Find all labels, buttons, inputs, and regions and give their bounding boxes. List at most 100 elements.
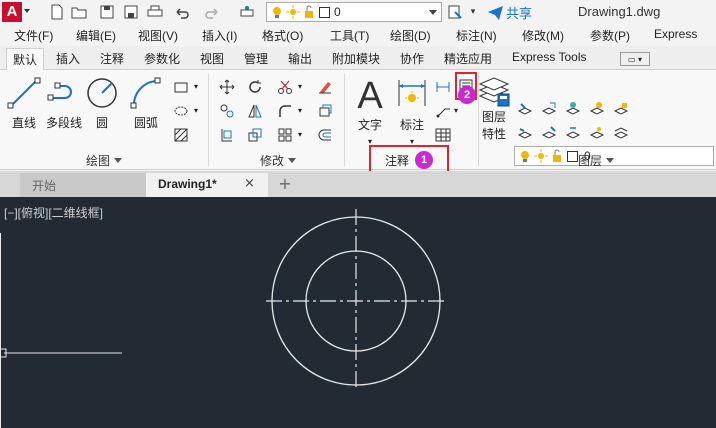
gradient-icon[interactable] xyxy=(172,126,190,144)
erase-icon[interactable] xyxy=(316,78,334,96)
menu-tools[interactable]: 工具(T) xyxy=(330,27,369,44)
layer-copy-icon[interactable] xyxy=(540,124,558,142)
chevron-down-icon[interactable]: ▾ xyxy=(194,82,198,91)
move-icon[interactable] xyxy=(218,78,236,96)
layer-properties-label-1: 图层 xyxy=(481,110,506,124)
trim-icon[interactable] xyxy=(276,78,294,96)
drawing-canvas[interactable]: [−][俯视][二维线框] xyxy=(0,197,716,428)
modify-panel-label: 修改 xyxy=(260,154,285,168)
menu-dimension[interactable]: 标注(N) xyxy=(456,27,497,44)
tab-start[interactable]: 开始 xyxy=(20,173,146,197)
arc-tool[interactable]: 圆弧 xyxy=(124,76,168,131)
print-icon[interactable] xyxy=(146,3,164,21)
chevron-down-icon[interactable]: ▾ xyxy=(298,82,302,91)
scale-icon[interactable] xyxy=(246,126,264,144)
redo-icon[interactable] xyxy=(204,3,222,21)
new-file-icon[interactable] xyxy=(48,3,66,21)
copy-icon[interactable] xyxy=(218,102,236,120)
text-tool[interactable]: A 文字 ▾ xyxy=(348,74,392,147)
open-file-icon[interactable] xyxy=(70,3,88,21)
arc-icon xyxy=(130,77,161,109)
menu-express[interactable]: Express xyxy=(654,27,697,41)
close-tab-icon[interactable]: × xyxy=(244,176,255,191)
panel-divider xyxy=(344,74,345,166)
app-logo[interactable]: A xyxy=(2,2,22,22)
layer-properties-tool[interactable]: 图层 特性 xyxy=(472,74,516,142)
line-tool[interactable]: 直线 xyxy=(2,76,46,131)
layer-unlock-icon xyxy=(305,5,313,18)
layer-match-icon[interactable] xyxy=(516,100,534,118)
tab-annotate[interactable]: 注释 xyxy=(100,50,124,67)
dimension-tool[interactable]: 标注 ▾ xyxy=(390,74,434,147)
stretch-icon[interactable] xyxy=(218,126,236,144)
app-menu-caret-icon[interactable] xyxy=(24,9,30,13)
undo-icon[interactable] xyxy=(172,3,190,21)
linear-dimension-icon[interactable] xyxy=(434,78,452,96)
menu-draw[interactable]: 绘图(D) xyxy=(390,27,431,44)
tab-manage[interactable]: 管理 xyxy=(244,50,268,67)
hatch-icon[interactable] xyxy=(172,102,190,120)
leader-icon[interactable] xyxy=(434,102,452,120)
save-icon[interactable] xyxy=(98,3,116,21)
layer-on-bulb-icon xyxy=(521,151,529,162)
chevron-down-icon[interactable]: ▾ xyxy=(298,106,302,115)
draw-panel-title[interactable]: 绘图 xyxy=(86,152,123,169)
tab-view[interactable]: 视图 xyxy=(200,50,224,67)
rotate-icon[interactable] xyxy=(246,78,264,96)
mirror-icon[interactable] xyxy=(246,102,264,120)
menu-parametric[interactable]: 参数(P) xyxy=(590,27,630,44)
chevron-down-icon xyxy=(429,10,437,15)
array-icon[interactable] xyxy=(276,126,294,144)
fillet-icon[interactable] xyxy=(276,102,294,120)
workspace-icon[interactable] xyxy=(446,3,464,21)
circle-icon xyxy=(87,78,117,108)
layer-lock-icon[interactable] xyxy=(612,100,630,118)
layer-walk-icon[interactable] xyxy=(612,124,630,142)
rectangle-icon[interactable] xyxy=(172,78,190,96)
qa-customize-caret-icon[interactable]: ▾ xyxy=(464,3,482,21)
menu-edit[interactable]: 编辑(E) xyxy=(76,27,116,44)
plot-icon[interactable] xyxy=(238,3,256,21)
new-tab-icon[interactable]: + xyxy=(276,175,294,193)
menu-format[interactable]: 格式(O) xyxy=(262,27,303,44)
menu-modify[interactable]: 修改(M) xyxy=(522,27,564,44)
chevron-down-icon[interactable]: ▾ xyxy=(298,130,302,139)
chevron-down-icon xyxy=(114,158,123,163)
circle-tool[interactable]: 圆 xyxy=(80,76,124,131)
menu-insert[interactable]: 插入(I) xyxy=(202,27,237,44)
tab-collaborate[interactable]: 协作 xyxy=(400,50,424,67)
tab-express-tools[interactable]: Express Tools xyxy=(512,50,586,64)
menu-view[interactable]: 视图(V) xyxy=(138,27,178,44)
share-button[interactable]: 共享 xyxy=(488,3,532,22)
save-as-icon[interactable] xyxy=(122,3,140,21)
chevron-down-icon[interactable]: ▾ xyxy=(194,106,198,115)
table-icon[interactable] xyxy=(434,126,452,144)
tab-output[interactable]: 输出 xyxy=(288,50,312,67)
text-A-icon: A xyxy=(357,75,383,112)
layer-isolate-icon[interactable] xyxy=(564,100,582,118)
layer-thaw-icon[interactable] xyxy=(588,124,606,142)
layer-dropdown[interactable]: 0 xyxy=(266,2,442,22)
modify-panel-title[interactable]: 修改 xyxy=(260,152,297,169)
layer-unisolate-icon[interactable] xyxy=(564,124,582,142)
layer-color-swatch xyxy=(319,6,330,18)
document-tab-bar: 开始 Drawing1* × + xyxy=(0,171,716,197)
chevron-down-icon[interactable]: ▾ xyxy=(454,106,458,115)
layer-previous-icon[interactable] xyxy=(540,100,558,118)
layer-current-icon[interactable] xyxy=(516,124,534,142)
tab-parametric[interactable]: 参数化 xyxy=(144,50,180,67)
layers-panel-title[interactable]: 图层 xyxy=(578,152,615,169)
tab-default[interactable]: 默认 xyxy=(6,48,45,70)
menu-file[interactable]: 文件(F) xyxy=(14,27,53,44)
offset-icon[interactable] xyxy=(316,126,334,144)
tab-insert[interactable]: 插入 xyxy=(56,50,80,67)
drawing-geometry xyxy=(0,209,446,428)
tab-featured-apps[interactable]: 精选应用 xyxy=(444,50,492,67)
explode-icon[interactable] xyxy=(316,102,334,120)
tab-addins[interactable]: 附加模块 xyxy=(332,50,380,67)
arc-tool-label: 圆弧 xyxy=(133,116,158,130)
ribbon-minimize-button[interactable]: ▭ ▾ xyxy=(620,52,650,66)
draw-panel-label: 绘图 xyxy=(86,154,111,168)
layer-off-icon[interactable] xyxy=(588,100,606,118)
layers-panel-label: 图层 xyxy=(578,154,603,168)
